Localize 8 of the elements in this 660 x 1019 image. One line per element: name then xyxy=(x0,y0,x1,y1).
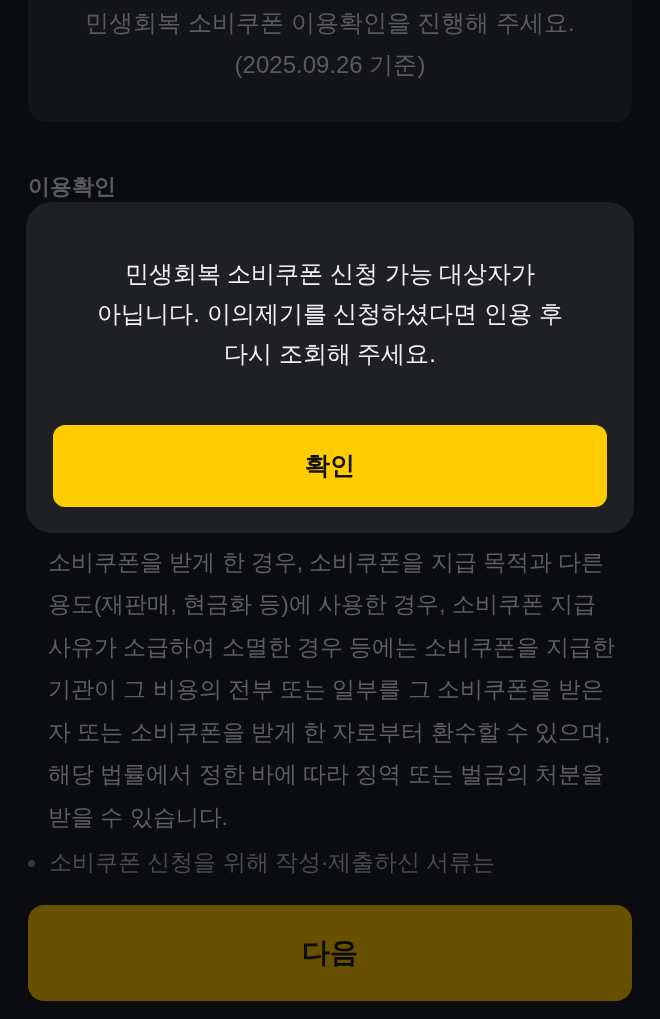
info-text: 민생회복 소비쿠폰 이용확인을 진행해 주세요. xyxy=(85,8,575,38)
info-text: (2025.09.26 기준) xyxy=(234,50,426,80)
dialog-message: 민생회복 소비쿠폰 신청 가능 대상자가 아닙니다. 이의제기를 신청하셨다면 인용 후 다시 조회해 주세요. xyxy=(96,259,564,369)
section-title: 이용확인 xyxy=(28,174,117,200)
notice-paragraph: 소비쿠폰을 받게 한 경우, 소비쿠폰을 지급 목적과 다른 용도(재판매, 현금화 등)에 사용한 경우, 소비쿠폰 지급 사유가 소급하여 소멸한 경우 등에는 소비쿠폰을 지급한 기관이 그 비용의 전부 또는 일부를 그 소비쿠폰을 받은 자 또는 소비쿠폰을 받게 한 자로부터 환수할 수 있으며, 해당 법률에서 정한 바에 따라 징역 또는 벌금의 처분을 받을 수 있습니다. xyxy=(48,548,616,832)
bullet-icon xyxy=(28,859,35,867)
notice-item: 소비쿠폰 신청을 위해 작성·제출하신 서류는 xyxy=(49,849,496,877)
confirm-button[interactable]: 확인 xyxy=(53,425,607,507)
